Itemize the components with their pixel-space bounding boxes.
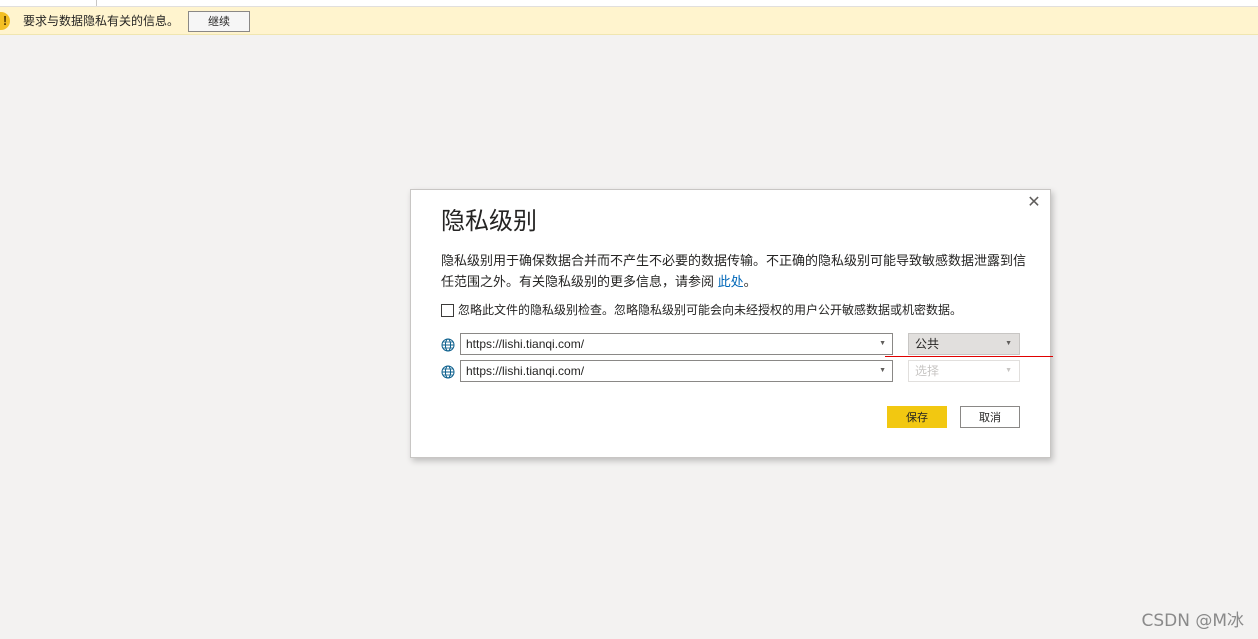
top-strip (0, 0, 1258, 7)
chevron-down-icon: ▼ (1005, 367, 1012, 374)
close-icon[interactable]: ✕ (1026, 195, 1042, 211)
watermark: CSDN @M冰 (1141, 611, 1244, 631)
chevron-down-icon: ▼ (879, 340, 886, 347)
privacy-level-select-2[interactable]: 选择 ▼ (908, 360, 1020, 382)
continue-button[interactable]: 继续 (188, 11, 250, 32)
source-url-2: https://lishi.tianqi.com/ (466, 364, 585, 378)
source-url-select-2[interactable]: https://lishi.tianqi.com/ ▼ (460, 360, 893, 382)
cancel-button[interactable]: 取消 (960, 406, 1020, 428)
save-button[interactable]: 保存 (887, 406, 947, 428)
more-info-link[interactable]: 此处 (718, 274, 744, 289)
banner-message: 要求与数据隐私有关的信息。 (23, 14, 180, 28)
globe-icon (441, 365, 455, 379)
privacy-levels-dialog: ✕ 隐私级别 隐私级别用于确保数据合并而不产生不必要的数据传输。不正确的隐私级别… (410, 189, 1051, 458)
warning-icon: ! (0, 12, 10, 30)
dialog-description: 隐私级别用于确保数据合并而不产生不必要的数据传输。不正确的隐私级别可能导致敏感数… (441, 250, 1026, 292)
globe-icon (441, 338, 455, 352)
chevron-down-icon: ▼ (1005, 340, 1012, 347)
ignore-privacy-label: 忽略此文件的隐私级别检查。忽略隐私级别可能会向未经授权的用户公开敏感数据或机密数… (458, 303, 963, 317)
ignore-privacy-checkbox[interactable] (441, 304, 454, 317)
source-url-select-1[interactable]: https://lishi.tianqi.com/ ▼ (460, 333, 893, 355)
dialog-title: 隐私级别 (441, 208, 537, 235)
source-url-1: https://lishi.tianqi.com/ (466, 337, 585, 351)
description-end: 。 (743, 274, 757, 289)
privacy-level-1: 公共 (915, 337, 940, 351)
annotation-underline (885, 356, 1053, 357)
privacy-warning-banner: ! 要求与数据隐私有关的信息。 继续 (0, 7, 1258, 35)
privacy-level-2: 选择 (915, 364, 940, 378)
privacy-level-select-1[interactable]: 公共 ▼ (908, 333, 1020, 355)
tab-edge (96, 0, 97, 6)
chevron-down-icon: ▼ (879, 367, 886, 374)
